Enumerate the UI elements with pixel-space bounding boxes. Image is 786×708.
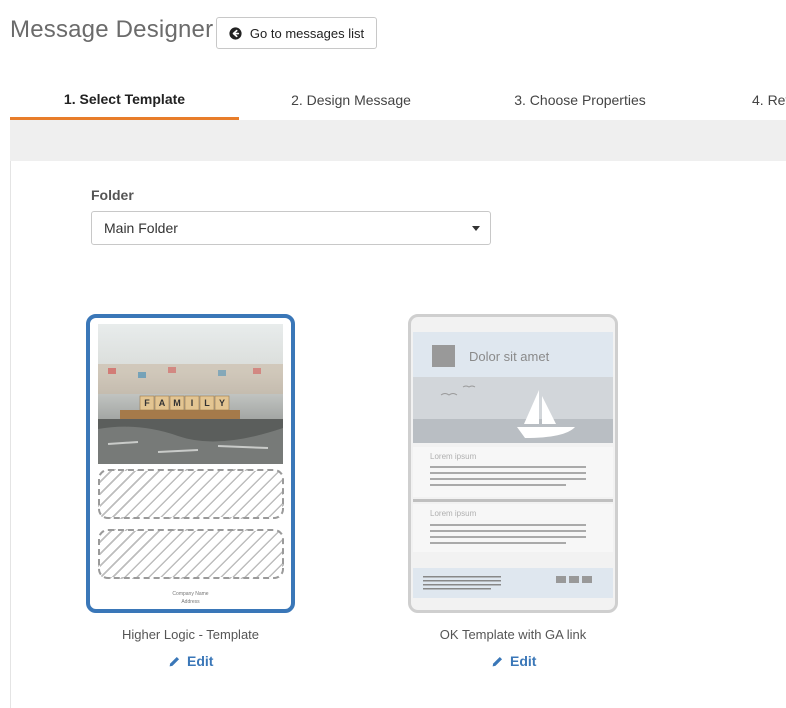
tab-choose-properties[interactable]: 3. Choose Properties bbox=[465, 80, 695, 120]
tile-letter: L bbox=[204, 398, 210, 408]
content-divider bbox=[10, 161, 11, 708]
pencil-icon bbox=[492, 656, 503, 666]
go-to-messages-list-button[interactable]: Go to messages list bbox=[216, 17, 377, 49]
pencil-icon bbox=[169, 656, 180, 666]
tile-letter: M bbox=[173, 398, 181, 408]
template-preview: Dolor sit amet Lorem ipsum Lorem ipsum bbox=[413, 332, 613, 598]
placeholder-block bbox=[98, 529, 284, 579]
family-scrabble-photo: F A M I L Y bbox=[98, 324, 283, 464]
preview-heading: Dolor sit amet bbox=[469, 349, 550, 364]
tile-letter: A bbox=[159, 398, 166, 408]
template-card-ok-template[interactable]: Dolor sit amet Lorem ipsum Lorem ipsum bbox=[408, 314, 618, 613]
footer-address: Address bbox=[181, 599, 200, 605]
edit-template-link[interactable]: Edit bbox=[491, 653, 536, 669]
template-name: Higher Logic - Template bbox=[121, 627, 260, 642]
edit-label: Edit bbox=[187, 653, 214, 669]
folder-select[interactable]: Main Folder bbox=[91, 211, 491, 245]
edit-label: Edit bbox=[510, 653, 537, 669]
edit-template-link[interactable]: Edit bbox=[168, 653, 213, 669]
page-title: Message Designer bbox=[10, 16, 214, 43]
folder-select-value: Main Folder bbox=[104, 220, 178, 236]
preview-section-title: Lorem ipsum bbox=[430, 452, 477, 461]
tab-select-template[interactable]: 1. Select Template bbox=[10, 80, 239, 120]
footer-company-name: Company Name bbox=[172, 591, 209, 597]
template-name: OK Template with GA link bbox=[439, 627, 587, 642]
placeholder-block bbox=[98, 469, 284, 519]
tile-letter: Y bbox=[219, 398, 225, 408]
arrow-circle-left-icon bbox=[229, 26, 242, 40]
template-card-higher-logic[interactable]: F A M I L Y Company Name Address bbox=[86, 314, 295, 613]
step-content-header bbox=[10, 120, 786, 161]
preview-section-title: Lorem ipsum bbox=[430, 509, 477, 518]
step-tabs: 1. Select Template 2. Design Message 3. … bbox=[10, 80, 786, 120]
tile-letter: I bbox=[191, 398, 194, 408]
chevron-down-icon bbox=[472, 226, 480, 231]
tile-letter: F bbox=[144, 398, 150, 408]
folder-label: Folder bbox=[91, 187, 134, 203]
tab-review[interactable]: 4. Rev bbox=[752, 80, 786, 120]
back-button-label: Go to messages list bbox=[249, 25, 365, 41]
tab-design-message[interactable]: 2. Design Message bbox=[236, 80, 466, 120]
